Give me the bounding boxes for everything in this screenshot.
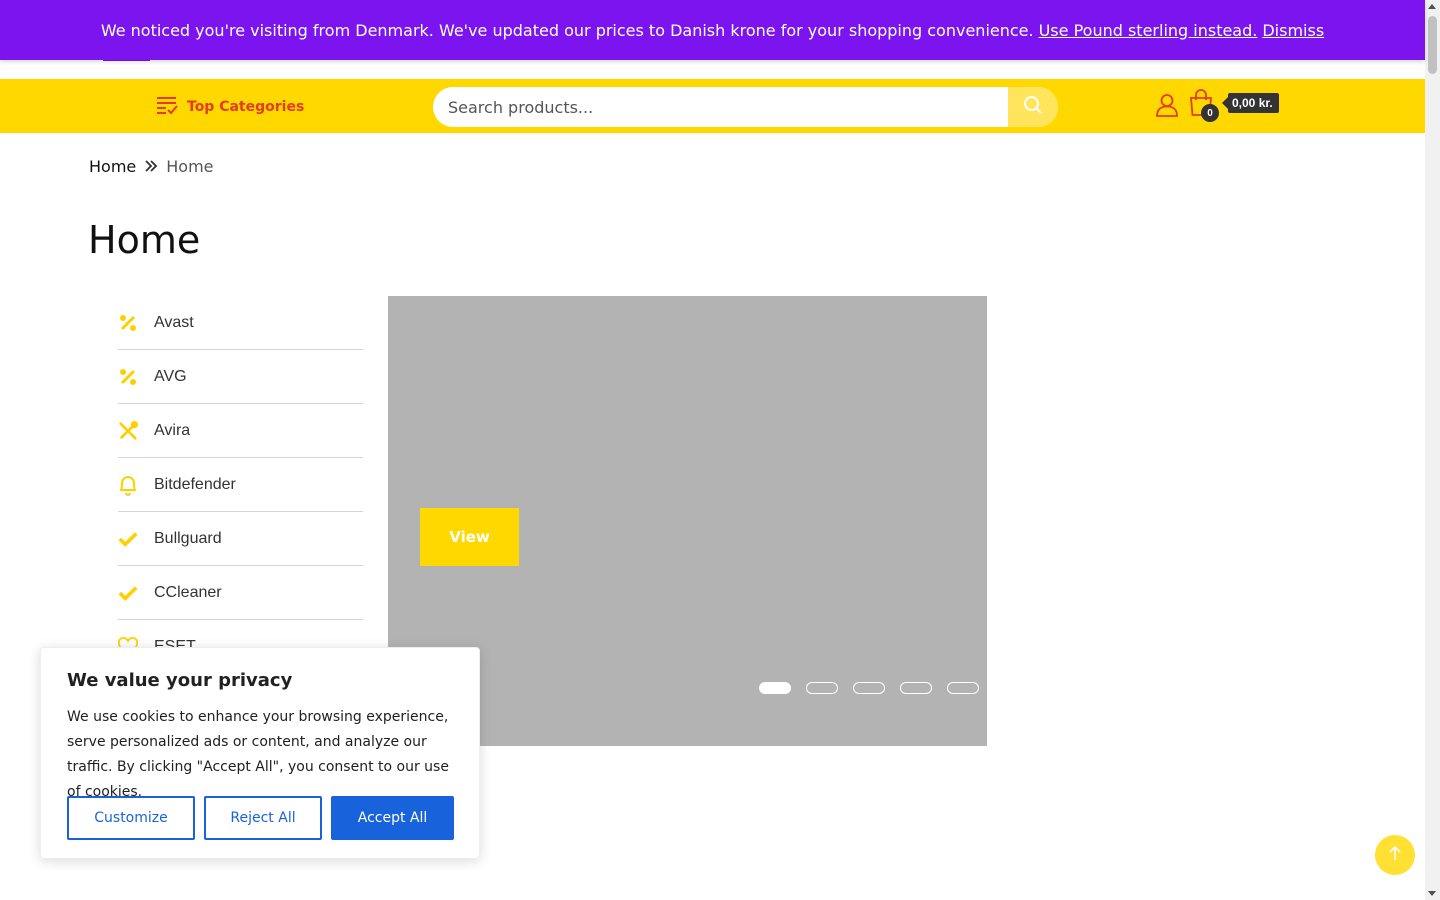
user-account-icon[interactable] xyxy=(1155,93,1179,122)
category-label: CCleaner xyxy=(154,583,222,601)
notice-message: We noticed you're visiting from Denmark.… xyxy=(100,20,1034,40)
slider-dot-2[interactable] xyxy=(806,682,838,694)
top-categories-toggle[interactable]: Top Categories xyxy=(156,95,304,119)
cookie-text: We use cookies to enhance your browsing … xyxy=(67,709,449,800)
category-label: AVG xyxy=(154,367,187,385)
breadcrumb-home-link[interactable]: Home xyxy=(89,157,136,176)
cookie-title: We value your privacy xyxy=(67,670,293,691)
slider-dot-5[interactable] xyxy=(947,682,979,694)
reject-all-button[interactable]: Reject All xyxy=(204,796,322,840)
store-notice-banner: We noticed you're visiting from Denmark.… xyxy=(0,0,1425,60)
use-pound-sterling-link[interactable]: Use Pound sterling instead. xyxy=(1039,21,1258,40)
dismiss-notice-link[interactable]: Dismiss xyxy=(1262,21,1324,40)
page-scrollbar[interactable] xyxy=(1425,0,1440,900)
check-icon xyxy=(118,583,138,603)
slider-dot-3[interactable] xyxy=(853,682,885,694)
check-icon xyxy=(118,529,138,549)
top-categories-label: Top Categories xyxy=(187,99,305,115)
arrow-up-icon xyxy=(1389,845,1401,866)
category-item-avira[interactable]: Avira xyxy=(118,404,363,458)
back-to-top-button[interactable] xyxy=(1375,835,1415,875)
cookie-consent-dialog: We value your privacy We use cookies to … xyxy=(40,647,480,859)
breadcrumb: Home Home xyxy=(89,157,214,176)
slider-pagination xyxy=(759,682,979,694)
search-button[interactable] xyxy=(1008,87,1058,127)
percent-icon xyxy=(118,313,138,333)
cart-count-badge: 0 xyxy=(1201,104,1219,122)
accept-all-button[interactable]: Accept All xyxy=(331,796,454,840)
category-label: Avira xyxy=(154,421,191,439)
slider-dot-1[interactable] xyxy=(759,682,791,694)
category-item-bitdefender[interactable]: Bitdefender xyxy=(118,458,363,512)
category-label: Bullguard xyxy=(154,529,222,547)
cart-total[interactable]: 0,00 kr. xyxy=(1222,93,1279,113)
slider-dot-4[interactable] xyxy=(900,682,932,694)
customize-button[interactable]: Customize xyxy=(67,796,195,840)
product-search xyxy=(433,87,1058,127)
category-label: Avast xyxy=(154,313,194,331)
category-item-bullguard[interactable]: Bullguard xyxy=(118,512,363,566)
category-list-icon xyxy=(156,95,178,119)
cookie-actions: Customize Reject All Accept All xyxy=(67,796,454,840)
percent-icon xyxy=(118,367,138,387)
bell-icon xyxy=(118,475,138,496)
search-icon xyxy=(1023,95,1043,120)
category-item-avast[interactable]: Avast xyxy=(118,296,363,350)
page: We noticed you're visiting from Denmark.… xyxy=(0,0,1440,900)
category-label: Bitdefender xyxy=(154,475,236,493)
view-button[interactable]: View xyxy=(420,508,519,566)
tools-icon xyxy=(118,420,138,441)
double-chevron-right-icon xyxy=(144,157,158,176)
category-menu: Avast AVG Avira Bitdefender Bullguard CC… xyxy=(118,296,363,674)
scrollbar-thumb[interactable] xyxy=(1428,16,1437,74)
category-item-avg[interactable]: AVG xyxy=(118,350,363,404)
search-input[interactable] xyxy=(433,87,1008,127)
scroll-up-arrow-icon[interactable] xyxy=(1428,4,1436,9)
page-title: Home xyxy=(88,218,201,262)
scroll-down-arrow-icon[interactable] xyxy=(1428,891,1436,896)
category-item-ccleaner[interactable]: CCleaner xyxy=(118,566,363,620)
breadcrumb-current: Home xyxy=(166,157,214,176)
